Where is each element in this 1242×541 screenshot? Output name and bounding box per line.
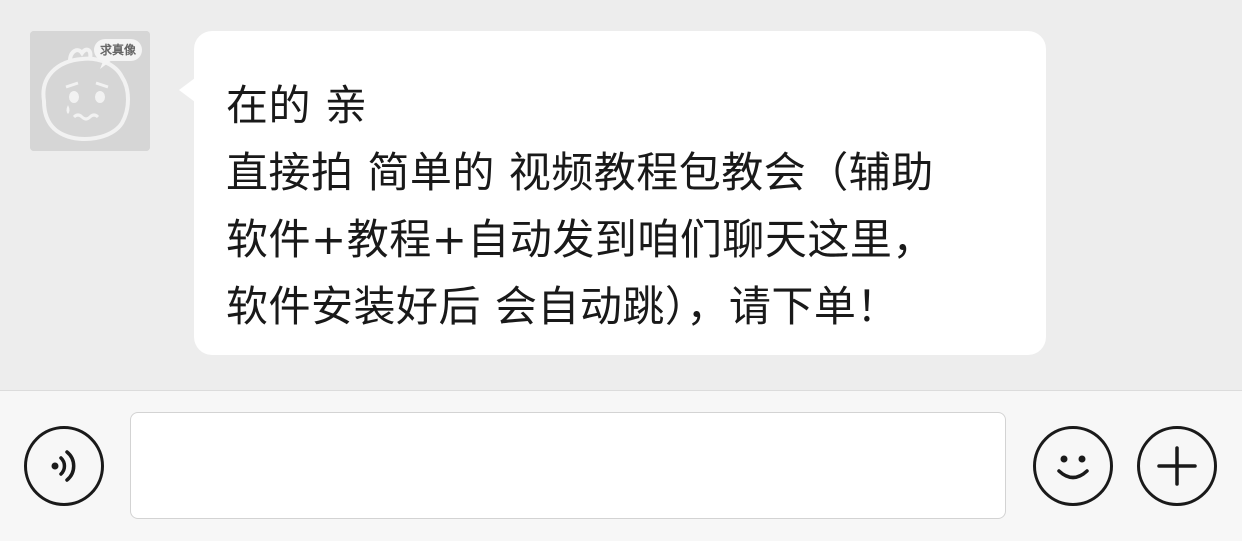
chat-area: 求真像 在的 亲 直接拍 简单的 视频教程包教会（辅助 软件+教程+自动发到咱们… bbox=[0, 0, 1242, 390]
emoji-button[interactable] bbox=[1033, 426, 1113, 506]
contact-avatar[interactable]: 求真像 bbox=[30, 31, 150, 151]
message-line: 软件+教程+自动发到咱们聊天这里， bbox=[226, 215, 935, 264]
message-bubble[interactable]: 在的 亲 直接拍 简单的 视频教程包教会（辅助 软件+教程+自动发到咱们聊天这里… bbox=[179, 31, 1046, 355]
voice-button[interactable] bbox=[24, 426, 104, 506]
message-input[interactable] bbox=[130, 412, 1006, 519]
voice-icon bbox=[51, 450, 76, 482]
message-line: 直接拍 简单的 视频教程包教会（辅助 bbox=[226, 148, 934, 197]
plus-icon bbox=[1157, 446, 1197, 486]
message-line: 软件安装好后 会自动跳），请下单！ bbox=[226, 282, 899, 331]
message-line: 在的 亲 bbox=[226, 81, 368, 130]
smiley-icon bbox=[1057, 455, 1089, 480]
more-button[interactable] bbox=[1137, 426, 1217, 506]
avatar-tag: 求真像 bbox=[99, 43, 136, 57]
